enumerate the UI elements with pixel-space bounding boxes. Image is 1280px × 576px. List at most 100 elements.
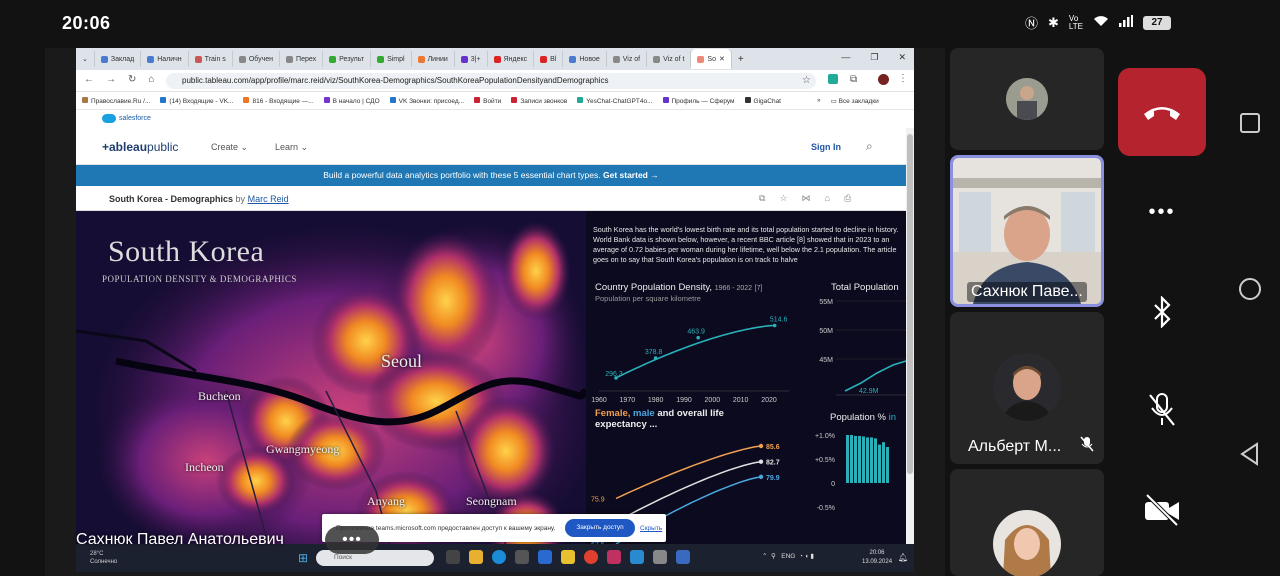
download-icon[interactable]: ⎙ — [844, 193, 851, 204]
scrollbar-thumb[interactable] — [907, 134, 913, 474]
tableau-logo[interactable]: +ableaupublic — [102, 140, 178, 154]
bookmark-item[interactable]: 816 - Входящие —... — [243, 96, 314, 105]
camera-toggle-button[interactable] — [1140, 488, 1184, 532]
data-point — [696, 335, 700, 340]
bookmark-item[interactable]: Православие.Ru /... — [82, 96, 150, 105]
bookmark-favicon-icon — [474, 96, 481, 103]
bluetooth-audio-button[interactable] — [1140, 290, 1184, 334]
bookmark-item[interactable]: YesChat-ChatGPT4o... — [577, 96, 653, 105]
profile-avatar-icon[interactable] — [878, 74, 889, 85]
extension-icon[interactable] — [828, 74, 838, 84]
app-icon[interactable] — [630, 550, 644, 564]
bookmarks-overflow-icon[interactable]: » — [817, 97, 821, 104]
banner-cta-link[interactable]: Get started → — [603, 170, 659, 180]
city-label-seoul: Seoul — [381, 351, 423, 371]
search-icon[interactable]: ⌕ — [866, 139, 873, 154]
x-tick-label: 2000 — [705, 397, 721, 403]
system-tray[interactable]: ⌃ ⚲ ENG ◔ ◖ ▮ — [762, 552, 814, 560]
browser-tab-active[interactable]: So ✕ — [691, 49, 732, 69]
bookmark-item[interactable]: (14) Входящие - VK... — [160, 96, 233, 105]
chrome-icon[interactable] — [584, 550, 598, 564]
end-call-button[interactable] — [1118, 68, 1206, 156]
browser-tab[interactable]: Заклад — [95, 51, 142, 67]
create-menu[interactable]: Create ⌄ — [211, 142, 248, 153]
favorite-icon[interactable]: ☆ — [779, 193, 787, 204]
app-icon[interactable] — [607, 550, 621, 564]
embed-icon[interactable]: ⌂ — [825, 193, 830, 204]
browser-tab[interactable]: Обучен — [233, 51, 281, 67]
bookmark-star-icon[interactable]: ☆ — [802, 75, 811, 86]
app-icon[interactable] — [515, 550, 529, 564]
recent-apps-icon[interactable] — [1239, 112, 1261, 134]
browser-tab[interactable]: Новое — [563, 51, 607, 67]
sign-in-link[interactable]: Sign In — [811, 142, 841, 152]
notifications-icon[interactable]: 🔔︎ — [898, 553, 908, 562]
y-tick-label: 50M — [819, 328, 833, 335]
browser-tab[interactable]: Перех — [280, 51, 324, 67]
explorer-icon[interactable] — [469, 550, 483, 564]
home-nav-icon[interactable] — [1237, 276, 1263, 302]
stop-sharing-button[interactable]: Закрыть доступ — [565, 519, 635, 537]
browser-tab[interactable]: Яндекс — [488, 51, 535, 67]
app-icon[interactable] — [676, 550, 690, 564]
browser-tab[interactable]: Train s — [189, 51, 233, 67]
participant-tile[interactable] — [950, 48, 1104, 150]
more-icon[interactable]: ••• — [1140, 190, 1184, 234]
forward-icon[interactable]: → — [106, 74, 116, 85]
density-chart-subtitle: Population per square kilometre — [595, 294, 701, 303]
author-link[interactable]: Marc Reid — [248, 194, 289, 204]
browser-tab[interactable]: Simpl — [371, 51, 412, 67]
promo-banner[interactable]: Build a powerful data analytics portfoli… — [76, 165, 906, 186]
bookmark-item[interactable]: VK Звонки: присоед... — [389, 96, 464, 105]
participant-avatar — [993, 353, 1061, 421]
density-chart[interactable]: 1960 1970 1980 1990 2000 2010 2020 296.3 378.8 46… — [586, 303, 806, 403]
tab-favicon-icon — [653, 55, 661, 63]
browser-tab[interactable]: Bl — [534, 51, 564, 67]
more-options-button[interactable]: ••• — [325, 526, 379, 554]
bookmark-favicon-icon — [577, 96, 584, 103]
all-bookmarks[interactable]: ▭ Все закладки — [831, 97, 879, 105]
share-icon[interactable]: ⋈ — [802, 193, 811, 204]
new-tab-button[interactable]: + — [732, 51, 750, 67]
bookmark-item[interactable]: В начало | СДО — [323, 96, 380, 105]
tab-list-button[interactable]: ⌄ — [76, 51, 95, 67]
tab-favicon-icon — [286, 55, 294, 63]
minimize-icon[interactable]: — — [841, 52, 850, 63]
browser-menu-icon[interactable]: ⋮ — [898, 73, 908, 84]
extensions-puzzle-icon[interactable]: ⧉ — [850, 74, 857, 85]
browser-tab[interactable]: Viz of t — [647, 51, 692, 67]
app-icon[interactable] — [538, 550, 552, 564]
weather-widget[interactable]: 28°C Солнечно — [90, 550, 117, 566]
total-population-chart[interactable]: 55M 50M 45M 42.9M — [811, 295, 906, 400]
browser-tab[interactable]: 3|+ — [455, 51, 488, 67]
tab-close-icon[interactable]: ✕ — [719, 55, 725, 63]
bookmark-item[interactable]: Войти — [474, 96, 501, 105]
back-icon[interactable]: ← — [84, 74, 94, 85]
edge-icon[interactable] — [492, 550, 506, 564]
bookmark-item[interactable]: Записи звонков — [511, 96, 567, 105]
browser-tab[interactable]: Результ — [323, 51, 372, 67]
bookmark-item[interactable]: Профиль — Сферум — [662, 96, 735, 105]
task-view-icon[interactable] — [446, 550, 460, 564]
learn-menu[interactable]: Learn ⌄ — [275, 142, 308, 153]
browser-tab[interactable]: Viz of — [607, 51, 648, 67]
app-icon[interactable] — [653, 550, 667, 564]
participant-tile[interactable]: Альберт М... — [950, 312, 1104, 464]
participant-tile[interactable] — [950, 469, 1104, 576]
mute-mic-button[interactable] — [1140, 388, 1184, 432]
url-input[interactable]: public.tableau.com/app/profile/marc.reid… — [166, 73, 816, 89]
app-icon[interactable] — [561, 550, 575, 564]
reload-icon[interactable]: ↻ — [128, 74, 136, 85]
back-nav-icon[interactable] — [1239, 442, 1261, 466]
window-close-icon[interactable]: ✕ — [898, 52, 906, 63]
start-icon[interactable]: ⊞ — [298, 551, 308, 565]
browser-tab[interactable]: Линии — [412, 51, 455, 67]
browser-tab[interactable]: Наличн — [141, 51, 189, 67]
maximize-icon[interactable]: ❐ — [870, 52, 878, 63]
hide-notice-link[interactable]: Скрыть — [640, 525, 662, 532]
home-icon[interactable]: ⌂ — [148, 74, 154, 85]
copy-icon[interactable]: ⧉ — [759, 193, 765, 204]
bookmark-item[interactable]: GigaChat — [744, 96, 781, 105]
taskbar-clock[interactable]: 20:06 13.09.2024 — [862, 549, 892, 567]
participant-tile-active[interactable]: Сахнюк Паве... — [950, 155, 1104, 307]
